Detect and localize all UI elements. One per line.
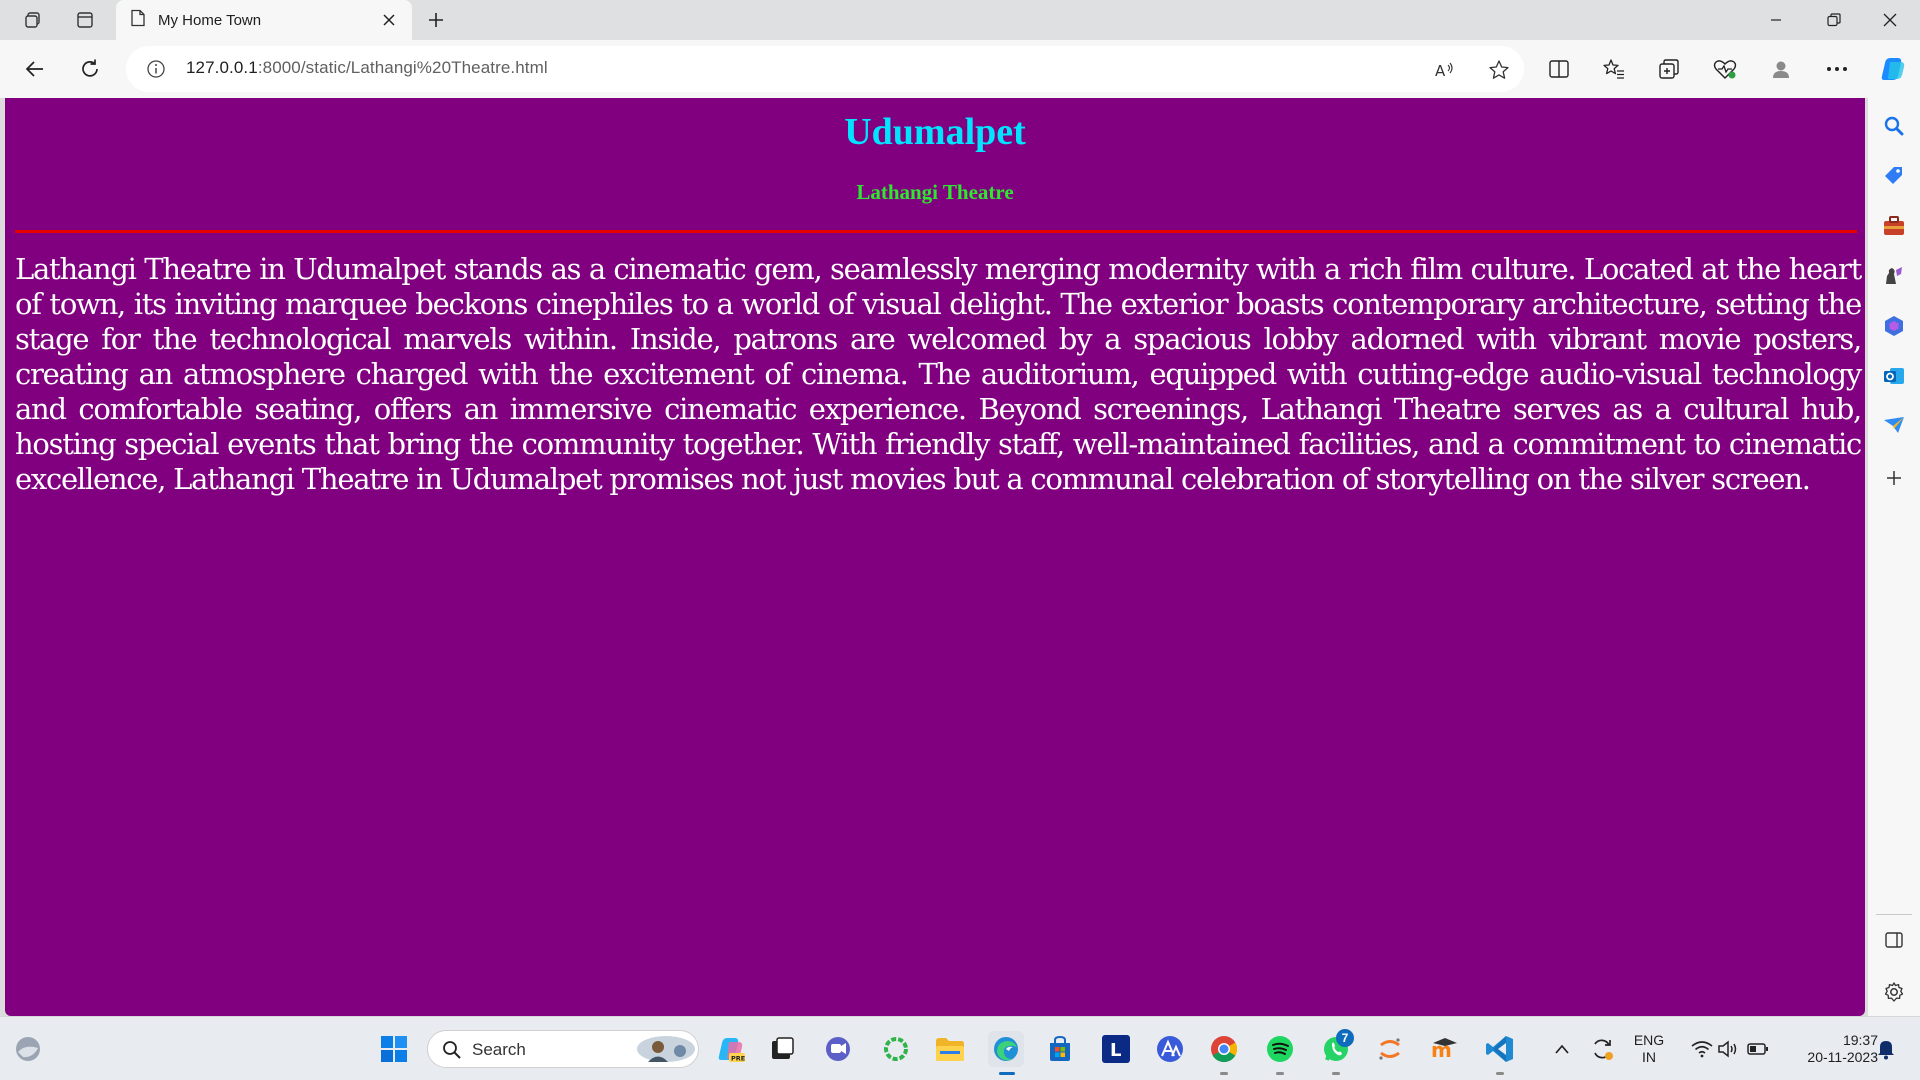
search-icon[interactable]	[1880, 112, 1908, 140]
add-icon[interactable]	[1880, 464, 1908, 492]
page-subheading: Lathangi Theatre	[856, 180, 1014, 204]
url-host: 127.0.0.1	[186, 58, 258, 77]
workspaces-icon[interactable]	[18, 6, 48, 34]
running-indicator	[1496, 1072, 1504, 1075]
vscode-icon[interactable]	[1482, 1031, 1518, 1067]
shopping-tag-icon[interactable]	[1880, 162, 1908, 190]
tab-title: My Home Town	[158, 11, 262, 29]
svg-text:L: L	[1110, 1040, 1121, 1061]
running-indicator	[1276, 1072, 1284, 1075]
running-indicator	[1220, 1072, 1228, 1075]
start-icon[interactable]	[376, 1031, 412, 1067]
clock-date: 20-11-2023	[1807, 1049, 1878, 1065]
settings-icon[interactable]	[1880, 978, 1908, 1006]
teams-chat-icon[interactable]	[820, 1031, 856, 1067]
page-viewport: Udumalpet Lathangi Theatre Lathangi Thea…	[5, 98, 1865, 1016]
clock[interactable]: 19:37 20-11-2023	[1782, 1032, 1878, 1066]
url-path: :8000/static/Lathangi%20Theatre.html	[257, 58, 548, 77]
microsoft-store-icon[interactable]	[1042, 1031, 1078, 1067]
tools-icon[interactable]	[1880, 212, 1908, 240]
split-screen-icon[interactable]	[1540, 50, 1578, 88]
clock-time: 19:37	[1842, 1032, 1878, 1048]
chrome-icon[interactable]	[1206, 1031, 1242, 1067]
read-aloud-icon[interactable]: A	[1432, 57, 1458, 83]
outlook-icon[interactable]	[1880, 362, 1908, 390]
hide-sidebar-icon[interactable]	[1880, 926, 1908, 954]
edge-sidebar	[1868, 98, 1920, 1016]
file-explorer-icon[interactable]	[932, 1031, 968, 1067]
arc-app-icon[interactable]	[1152, 1031, 1188, 1067]
back-arrow-icon[interactable]	[16, 50, 54, 88]
horizontal-rule	[15, 230, 1857, 233]
favorites-icon[interactable]	[1595, 50, 1633, 88]
more-icon[interactable]	[1818, 50, 1856, 88]
language-indicator[interactable]: ENG IN	[1626, 1032, 1672, 1066]
copilot-icon[interactable]	[1874, 50, 1912, 88]
running-indicator	[1332, 1072, 1340, 1075]
search-label: Search	[472, 1040, 526, 1059]
moodle-icon[interactable]: m	[1426, 1031, 1462, 1067]
collections-icon[interactable]	[1650, 50, 1688, 88]
minimize-icon[interactable]	[1748, 0, 1804, 40]
spotify-icon[interactable]	[1262, 1031, 1298, 1067]
task-view-icon[interactable]	[764, 1031, 800, 1067]
info-icon[interactable]	[146, 59, 166, 84]
region-label: IN	[1642, 1049, 1656, 1065]
svg-text:A: A	[1435, 62, 1446, 80]
close-icon[interactable]	[378, 9, 400, 31]
page-icon	[130, 9, 146, 32]
profile-icon[interactable]	[1762, 50, 1800, 88]
games-icon[interactable]	[1880, 262, 1908, 290]
close-window-icon[interactable]	[1862, 0, 1918, 40]
sync-icon[interactable]	[1584, 1031, 1620, 1067]
l-app-icon[interactable]: L	[1098, 1031, 1134, 1067]
jupyter-icon[interactable]	[1372, 1031, 1408, 1067]
tab-bar: My Home Town	[0, 0, 1920, 40]
favorite-star-icon[interactable]	[1486, 57, 1512, 83]
restore-icon[interactable]	[1806, 0, 1862, 40]
active-app-indicator	[999, 1072, 1015, 1075]
address-bar[interactable]: 127.0.0.1:8000/static/Lathangi%20Theatre…	[126, 46, 1524, 92]
chevron-up-icon[interactable]	[1544, 1031, 1580, 1067]
notification-bell-icon[interactable]	[1868, 1031, 1904, 1067]
tab-my-home-town[interactable]: My Home Town	[116, 0, 412, 40]
browser-essentials-icon[interactable]	[1706, 50, 1744, 88]
browser-toolbar: 127.0.0.1:8000/static/Lathangi%20Theatre…	[0, 40, 1920, 98]
url-text[interactable]: 127.0.0.1:8000/static/Lathangi%20Theatre…	[186, 58, 548, 78]
copilot-preview-icon[interactable]: PRE	[714, 1031, 750, 1067]
page-paragraph: Lathangi Theatre in Udumalpet stands as …	[15, 252, 1862, 496]
widgets-icon[interactable]	[10, 1031, 46, 1067]
refresh-icon[interactable]	[71, 50, 109, 88]
sidebar-separator	[1876, 914, 1912, 915]
windows-taskbar: Search PRE L 7 m ENG IN 19:37 20-11-2023	[0, 1016, 1920, 1080]
battery-icon[interactable]	[1740, 1031, 1776, 1067]
microsoft-365-icon[interactable]	[1880, 312, 1908, 340]
ring-app-icon[interactable]	[878, 1031, 914, 1067]
plus-icon[interactable]	[422, 6, 450, 34]
search-highlight-icon	[634, 1034, 696, 1069]
search-icon	[442, 1040, 462, 1065]
tab-actions-icon[interactable]	[70, 6, 100, 34]
drop-icon[interactable]	[1880, 412, 1908, 440]
page-heading: Udumalpet	[844, 111, 1026, 153]
language-label: ENG	[1633, 1032, 1665, 1048]
edge-icon[interactable]	[988, 1031, 1024, 1067]
notification-badge: 7	[1336, 1029, 1354, 1047]
svg-text:PRE: PRE	[731, 1055, 745, 1063]
taskbar-search[interactable]: Search	[427, 1030, 699, 1068]
